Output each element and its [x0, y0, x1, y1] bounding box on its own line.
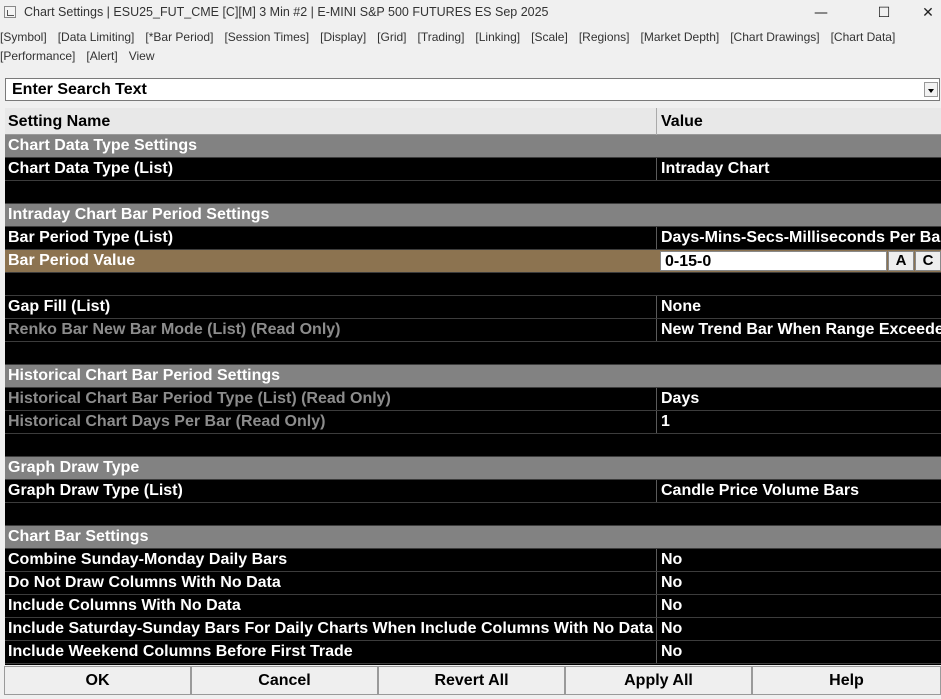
tab-regions[interactable]: [Regions]: [579, 28, 630, 47]
value-a-button[interactable]: A: [888, 251, 914, 271]
setting-value: Days: [656, 388, 941, 410]
setting-name: Combine Sunday-Monday Daily Bars: [8, 551, 288, 568]
setting-value[interactable]: Candle Price Volume Bars: [656, 480, 941, 502]
setting-row[interactable]: Graph Draw Type (List) Candle Price Volum…: [5, 480, 941, 503]
setting-row[interactable]: Include Saturday-Sunday Bars For Daily C…: [5, 618, 941, 641]
help-button[interactable]: Help: [752, 666, 941, 695]
setting-row[interactable]: Bar Period Type (List) Days-Mins-Secs-Mil…: [5, 227, 941, 250]
tab-chart-data[interactable]: [Chart Data]: [831, 28, 896, 47]
setting-name: Graph Draw Type (List): [8, 482, 183, 499]
section-header-row[interactable]: Chart Data Type Settings: [5, 135, 941, 158]
setting-row[interactable]: Historical Chart Days Per Bar (Read Only…: [5, 411, 941, 434]
setting-row[interactable]: Bar Period Value 0-15-0 A C: [5, 250, 941, 273]
setting-value[interactable]: Intraday Chart: [656, 158, 941, 180]
tab-alert[interactable]: [Alert]: [86, 47, 117, 66]
section-header-row[interactable]: Intraday Chart Bar Period Settings: [5, 204, 941, 227]
maximize-button[interactable]: ☐: [861, 0, 907, 26]
section-header-row[interactable]: Historical Chart Bar Period Settings: [5, 365, 941, 388]
setting-row[interactable]: Do Not Draw Columns With No Data No: [5, 572, 941, 595]
tab-market-depth[interactable]: [Market Depth]: [641, 28, 720, 47]
bar-period-value-input[interactable]: 0-15-0: [660, 251, 887, 271]
apply-all-button[interactable]: Apply All: [565, 666, 752, 695]
tab-display[interactable]: [Display]: [320, 28, 366, 47]
section-title: Graph Draw Type: [8, 459, 140, 476]
minimize-button[interactable]: —: [798, 0, 844, 26]
setting-value[interactable]: No: [656, 618, 941, 640]
setting-name: Do Not Draw Columns With No Data: [8, 574, 281, 591]
setting-value[interactable]: No: [656, 549, 941, 571]
spacer-row: [5, 503, 941, 526]
setting-name: Include Saturday-Sunday Bars For Daily C…: [8, 620, 654, 637]
revert-all-button[interactable]: Revert All: [378, 666, 565, 695]
value-c-button[interactable]: C: [915, 251, 941, 271]
tab-grid[interactable]: [Grid]: [377, 28, 406, 47]
setting-name: Bar Period Value: [8, 252, 136, 269]
setting-name: Renko Bar New Bar Mode (List) (Read Only…: [8, 321, 341, 338]
setting-name: Include Columns With No Data: [8, 597, 241, 614]
section-title: Chart Bar Settings: [8, 528, 149, 545]
tab-trading[interactable]: [Trading]: [418, 28, 465, 47]
spacer-row: [5, 273, 941, 296]
setting-row[interactable]: Combine Sunday-Monday Daily Bars No: [5, 549, 941, 572]
section-title: Historical Chart Bar Period Settings: [8, 367, 281, 384]
close-button[interactable]: ✕: [905, 0, 941, 26]
cancel-button[interactable]: Cancel: [191, 666, 378, 695]
tab-bar-period[interactable]: [*Bar Period]: [145, 28, 213, 47]
setting-value[interactable]: No: [656, 641, 941, 663]
setting-row[interactable]: Include Columns With No Data No: [5, 595, 941, 618]
setting-row[interactable]: Include Weekend Columns Before First Tra…: [5, 641, 941, 664]
setting-name: Gap Fill (List): [8, 298, 111, 315]
setting-name: Include Weekend Columns Before First Tra…: [8, 643, 353, 660]
setting-value: New Trend Bar When Range Exceeded: [656, 319, 941, 341]
setting-value: 1: [656, 411, 941, 433]
tab-performance[interactable]: [Performance]: [0, 47, 75, 66]
setting-value[interactable]: No: [656, 595, 941, 617]
setting-name: Chart Data Type (List): [8, 160, 174, 177]
section-title: Chart Data Type Settings: [8, 137, 198, 154]
window-title: Chart Settings | ESU25_FUT_CME [C][M] 3 …: [24, 5, 549, 19]
setting-row[interactable]: Chart Data Type (List) Intraday Chart: [5, 158, 941, 181]
setting-name: Historical Chart Days Per Bar (Read Only…: [8, 413, 326, 430]
column-header-value[interactable]: Value: [656, 108, 941, 135]
tab-symbol[interactable]: [Symbol]: [0, 28, 47, 47]
setting-value[interactable]: Days-Mins-Secs-Milliseconds Per Bar: [656, 227, 941, 249]
search-combobox[interactable]: Enter Search Text: [5, 78, 940, 101]
setting-row[interactable]: Renko Bar New Bar Mode (List) (Read Only…: [5, 319, 941, 342]
title-bar: Chart Settings | ESU25_FUT_CME [C][M] 3 …: [0, 0, 941, 26]
setting-name: Bar Period Type (List): [8, 229, 174, 246]
tab-view[interactable]: View: [129, 47, 155, 66]
search-input[interactable]: Enter Search Text: [12, 81, 147, 99]
tab-scale[interactable]: [Scale]: [531, 28, 568, 47]
spacer-row: [5, 342, 941, 365]
tab-linking[interactable]: [Linking]: [475, 28, 520, 47]
settings-tab-bar: [Symbol] [Data Limiting] [*Bar Period] [Ses…: [0, 28, 941, 66]
app-icon: [4, 6, 16, 18]
setting-row[interactable]: Gap Fill (List) None: [5, 296, 941, 319]
section-header-row[interactable]: Chart Bar Settings: [5, 526, 941, 549]
setting-name: Historical Chart Bar Period Type (List) …: [8, 390, 391, 407]
section-header-row[interactable]: Graph Draw Type: [5, 457, 941, 480]
settings-grid: Setting Name Value Chart Data Type Setti…: [5, 108, 941, 665]
ok-button[interactable]: OK: [4, 666, 191, 695]
grid-header: Setting Name Value: [5, 108, 941, 135]
column-header-setting-name[interactable]: Setting Name: [8, 108, 655, 135]
spacer-row: [5, 181, 941, 204]
setting-value[interactable]: No: [656, 572, 941, 594]
tab-data-limiting[interactable]: [Data Limiting]: [58, 28, 135, 47]
tab-session-times[interactable]: [Session Times]: [224, 28, 309, 47]
spacer-row: [5, 434, 941, 457]
setting-row[interactable]: Historical Chart Bar Period Type (List) …: [5, 388, 941, 411]
section-title: Intraday Chart Bar Period Settings: [8, 206, 270, 223]
chevron-down-icon[interactable]: [924, 82, 938, 97]
tab-chart-drawings[interactable]: [Chart Drawings]: [730, 28, 819, 47]
setting-value[interactable]: None: [656, 296, 941, 318]
dialog-button-bar: OK Cancel Revert All Apply All Help: [4, 666, 941, 699]
